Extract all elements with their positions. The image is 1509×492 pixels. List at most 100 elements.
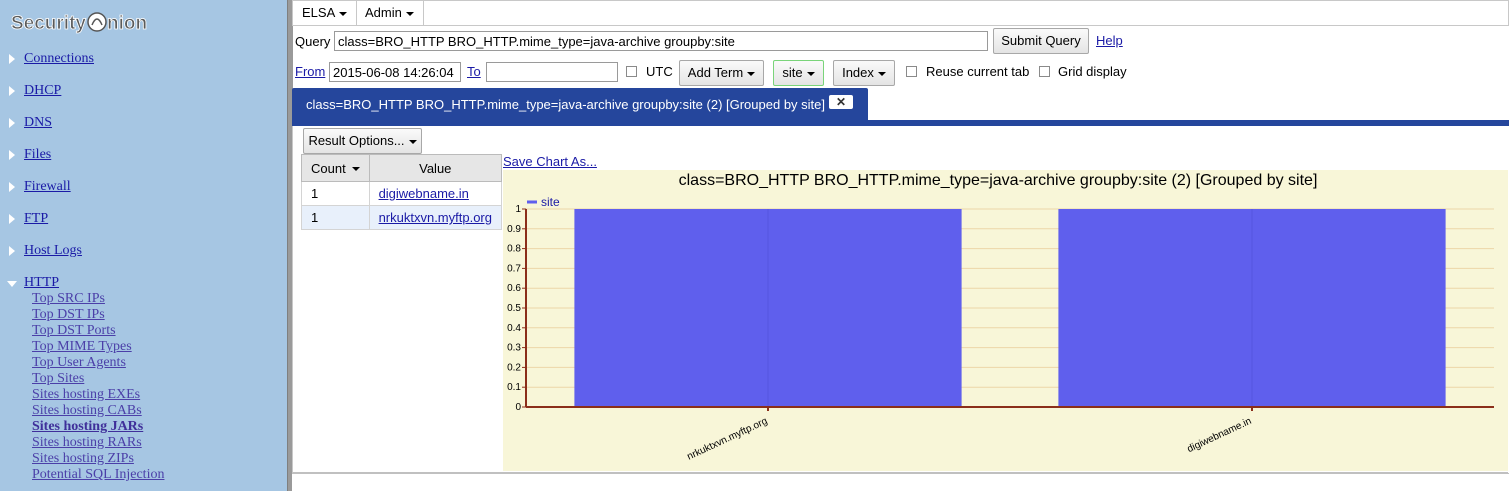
index-label: Index — [842, 65, 874, 80]
status-strip — [292, 473, 1509, 492]
value-link[interactable]: nrkuktxvn.myftp.org — [379, 210, 492, 225]
to-link[interactable]: To — [467, 64, 481, 79]
count-header-label: Count — [311, 160, 346, 176]
y-tick-label: 0.1 — [507, 382, 521, 393]
chevron-down-icon — [806, 71, 815, 76]
grid-display-label: Grid display — [1058, 64, 1127, 79]
sidebar-subitem-top-dst-ips[interactable]: Top DST IPs — [32, 307, 105, 323]
main-panel: ELSA Admin Query Submit Query Help From … — [292, 0, 1509, 492]
close-icon[interactable]: ✕ — [829, 95, 853, 109]
y-tick-label: 0.8 — [507, 244, 521, 255]
reuse-tab-checkbox[interactable] — [906, 66, 917, 77]
admin-menu[interactable]: Admin — [356, 1, 424, 25]
menubar: ELSA Admin — [292, 0, 1509, 26]
sidebar-item-label[interactable]: Firewall — [24, 179, 71, 195]
reuse-tab-label: Reuse current tab — [926, 64, 1030, 79]
chevron-down-icon — [877, 71, 886, 76]
y-tick-label: 0.9 — [507, 224, 521, 235]
expand-arrow-icon — [9, 54, 15, 64]
count-column-header[interactable]: Count — [301, 154, 370, 182]
index-button[interactable]: Index — [833, 60, 895, 86]
value-cell: digiwebname.in — [368, 181, 503, 206]
result-tab[interactable]: class=BRO_HTTP BRO_HTTP.mime_type=java-a… — [292, 88, 868, 120]
count-cell: 1 — [301, 205, 370, 230]
chevron-down-icon — [408, 139, 417, 144]
sidebar-item-label[interactable]: DHCP — [24, 83, 61, 99]
elsa-menu-label: ELSA — [302, 5, 336, 20]
sidebar-subitem-top-mime-types[interactable]: Top MIME Types — [32, 339, 132, 355]
sidebar-subitem-sites-exes[interactable]: Sites hosting EXEs — [32, 387, 140, 403]
svg-text:nion: nion — [107, 13, 147, 34]
sidebar-subitem-top-user-agents[interactable]: Top User Agents — [32, 355, 126, 371]
results-grid: Count Value 1 digiwebname.in 1 nrkuktxvn… — [301, 154, 503, 230]
sidebar-subitem-sites-zips[interactable]: Sites hosting ZIPs — [32, 451, 134, 467]
save-chart-link[interactable]: Save Chart As... — [503, 154, 597, 169]
query-label: Query — [295, 34, 331, 49]
utc-label: UTC — [646, 64, 673, 79]
result-content: Result Options... Save Chart As... Count… — [292, 126, 1508, 473]
x-tick-label: digiwebname.in — [1186, 416, 1254, 455]
help-link[interactable]: Help — [1096, 33, 1123, 48]
from-date-input[interactable] — [329, 62, 461, 82]
sidebar-item-label[interactable]: Host Logs — [24, 243, 82, 259]
add-term-label: Add Term — [687, 65, 744, 80]
value-cell: nrkuktxvn.myftp.org — [368, 205, 503, 230]
sidebar-subitem-sites-cabs[interactable]: Sites hosting CABs — [32, 403, 142, 419]
sidebar-item-label[interactable]: HTTP — [24, 275, 59, 291]
sidebar-subitem-sql-injection[interactable]: Potential SQL Injection — [32, 467, 164, 483]
from-link[interactable]: From — [295, 64, 325, 79]
expand-arrow-icon — [9, 246, 15, 256]
sidebar-subitem-top-sites[interactable]: Top Sites — [32, 371, 84, 387]
result-tab-label: class=BRO_HTTP BRO_HTTP.mime_type=java-a… — [306, 97, 826, 112]
table-row: 1 nrkuktxvn.myftp.org — [301, 205, 503, 230]
chart-plot: 0 0.1 0.2 0.3 0.4 0.5 0.6 0.7 0.8 0.9 1 nrkuktxvn.m… — [507, 195, 1494, 463]
y-tick-label: 0.7 — [507, 263, 521, 274]
result-options-label: Result Options... — [308, 133, 405, 148]
expand-arrow-icon — [9, 86, 15, 96]
sidebar-item-label[interactable]: Files — [24, 147, 51, 163]
elsa-menu[interactable]: ELSA — [293, 1, 358, 25]
sidebar: Security nion Connections DHCP DNS Files… — [0, 0, 287, 491]
groupby-select[interactable]: site — [773, 60, 824, 86]
collapse-arrow-icon — [7, 281, 17, 287]
expand-arrow-icon — [9, 214, 15, 224]
result-tabbar: class=BRO_HTTP BRO_HTTP.mime_type=java-a… — [292, 88, 1509, 126]
expand-arrow-icon — [9, 150, 15, 160]
y-tick-label: 0.5 — [507, 303, 521, 314]
submit-query-button[interactable]: Submit Query — [993, 28, 1089, 54]
chevron-down-icon — [747, 71, 756, 76]
groupby-label: site — [782, 65, 803, 80]
y-tick-label: 0 — [515, 402, 521, 413]
grid-display-checkbox[interactable] — [1039, 66, 1050, 77]
x-tick-label: nrkuktxvn.myftp.org — [686, 416, 770, 463]
sidebar-subitem-sites-rars[interactable]: Sites hosting RARs — [32, 435, 142, 451]
admin-menu-label: Admin — [365, 5, 402, 20]
svg-text:Security: Security — [11, 13, 86, 34]
sidebar-item-label[interactable]: Connections — [24, 51, 94, 67]
add-term-button[interactable]: Add Term — [679, 60, 764, 86]
y-tick-label: 0.6 — [507, 283, 521, 294]
y-tick-label: 0.4 — [507, 323, 521, 334]
y-tick-label: 0.3 — [507, 343, 521, 354]
utc-checkbox[interactable] — [626, 66, 637, 77]
query-input[interactable] — [334, 31, 988, 51]
table-row: 1 digiwebname.in — [301, 181, 503, 206]
chart: class=BRO_HTTP BRO_HTTP.mime_type=java-a… — [503, 170, 1508, 471]
chevron-down-icon — [405, 11, 414, 16]
legend-label: site — [541, 195, 560, 209]
sidebar-subitem-top-dst-ports[interactable]: Top DST Ports — [32, 323, 116, 339]
sidebar-item-label[interactable]: FTP — [24, 211, 48, 227]
sidebar-subitem-sites-jars[interactable]: Sites hosting JARs — [32, 419, 143, 435]
value-column-header[interactable]: Value — [368, 154, 503, 182]
count-cell: 1 — [301, 181, 370, 206]
sidebar-subitem-top-src-ips[interactable]: Top SRC IPs — [32, 291, 105, 307]
to-date-input[interactable] — [486, 62, 618, 82]
expand-arrow-icon — [9, 182, 15, 192]
sort-desc-icon — [351, 167, 360, 172]
value-link[interactable]: digiwebname.in — [379, 186, 469, 201]
expand-arrow-icon — [9, 118, 15, 128]
chevron-down-icon — [339, 11, 348, 16]
sidebar-item-label[interactable]: DNS — [24, 115, 52, 131]
security-onion-logo: Security nion — [11, 12, 148, 34]
result-options-button[interactable]: Result Options... — [303, 128, 422, 154]
